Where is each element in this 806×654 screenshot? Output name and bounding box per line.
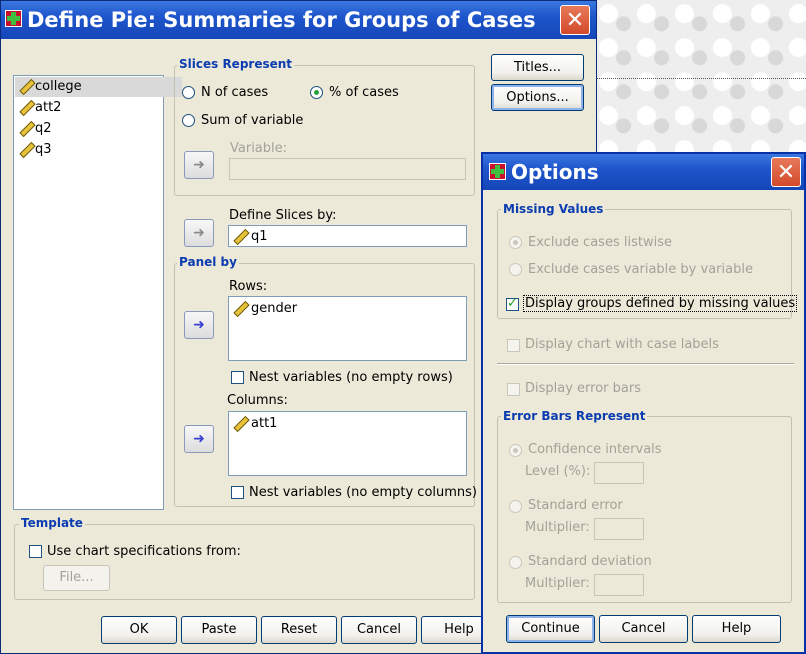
rows-label: Rows: [229, 279, 268, 294]
pct-of-cases-radio[interactable] [310, 86, 323, 99]
paste-button[interactable]: Paste [181, 616, 257, 644]
n-of-cases-radio[interactable] [182, 86, 195, 99]
variable-list[interactable]: college att2 q2 q3 [13, 75, 182, 510]
list-item[interactable]: q2 [15, 119, 52, 139]
list-item[interactable]: att2 [15, 98, 61, 118]
rows-list[interactable]: gender [228, 296, 467, 361]
exclude-var-by-var-radio[interactable] [509, 263, 522, 276]
main-title: Define Pie: Summaries for Groups of Case… [27, 8, 536, 32]
nest-columns-label[interactable]: Nest variables (no empty columns) [249, 485, 477, 500]
columns-move-arrow-icon[interactable]: ➜ [184, 425, 214, 453]
scale-variable-icon [232, 229, 246, 243]
ok-button[interactable]: OK [101, 616, 177, 644]
columns-list[interactable]: att1 [228, 411, 467, 476]
define-slices-field[interactable]: q1 [228, 225, 467, 247]
case-labels-label[interactable]: Display chart with case labels [525, 337, 719, 352]
sd-multiplier-field[interactable] [594, 574, 644, 596]
use-chart-spec-checkbox[interactable] [29, 545, 42, 558]
exclude-listwise-radio[interactable] [509, 236, 522, 249]
rows-move-arrow-icon[interactable]: ➜ [184, 311, 214, 339]
template-label: Template [19, 516, 85, 530]
nest-columns-checkbox[interactable] [231, 486, 244, 499]
display-groups-missing-checkbox[interactable] [506, 296, 519, 311]
list-item[interactable]: college [15, 77, 182, 97]
cancel-button[interactable]: Cancel [341, 616, 417, 644]
error-bars-label[interactable]: Display error bars [525, 381, 641, 396]
standard-error-label[interactable]: Standard error [528, 498, 623, 513]
standard-error-radio[interactable] [509, 500, 522, 513]
scale-variable-icon [232, 301, 246, 315]
confidence-intervals-label[interactable]: Confidence intervals [528, 442, 662, 457]
case-labels-checkbox[interactable] [507, 339, 520, 352]
titles-button[interactable]: Titles... [491, 54, 584, 81]
options-close-icon[interactable]: ✕ [771, 157, 801, 187]
n-of-cases-label[interactable]: N of cases [201, 85, 268, 100]
error-bars-checkbox[interactable] [507, 383, 520, 396]
display-groups-missing-label[interactable]: Display groups defined by missing values [523, 295, 798, 312]
rows-value: gender [251, 301, 298, 316]
level-field[interactable] [594, 462, 644, 484]
scale-variable-icon [18, 79, 32, 93]
error-bars-represent-label: Error Bars Represent [501, 409, 648, 423]
variable-label: Variable: [230, 141, 288, 156]
file-button[interactable]: File... [43, 565, 110, 591]
define-slices-arrow-icon[interactable]: ➜ [184, 219, 214, 247]
standard-deviation-radio[interactable] [509, 556, 522, 569]
variable-field[interactable] [229, 158, 466, 180]
panel-by-label: Panel by [177, 255, 239, 269]
level-label: Level (%): [525, 464, 591, 479]
nest-rows-label[interactable]: Nest variables (no empty rows) [249, 370, 453, 385]
reset-button[interactable]: Reset [261, 616, 337, 644]
confidence-intervals-radio[interactable] [509, 444, 522, 457]
missing-values-label: Missing Values [501, 202, 606, 216]
options-titlebar[interactable]: Options ✕ [483, 154, 804, 190]
list-item[interactable]: q3 [15, 140, 52, 160]
spss-app-icon [5, 10, 22, 27]
main-titlebar[interactable]: Define Pie: Summaries for Groups of Case… [1, 1, 596, 39]
nest-rows-checkbox[interactable] [231, 371, 244, 384]
pct-of-cases-label[interactable]: % of cases [329, 85, 399, 100]
options-title: Options [511, 160, 599, 184]
se-multiplier-field[interactable] [594, 518, 644, 540]
scale-variable-icon [18, 142, 32, 156]
define-slices-value: q1 [251, 229, 268, 244]
se-multiplier-label: Multiplier: [525, 520, 590, 535]
continue-button[interactable]: Continue [506, 615, 595, 643]
options-separator [497, 363, 794, 365]
slices-represent-label: Slices Represent [177, 57, 295, 71]
standard-deviation-label[interactable]: Standard deviation [528, 554, 652, 569]
sum-of-variable-label[interactable]: Sum of variable [201, 113, 303, 128]
spss-app-icon [489, 163, 506, 180]
options-help-button[interactable]: Help [692, 615, 781, 643]
sd-multiplier-label: Multiplier: [525, 576, 590, 591]
scale-variable-icon [232, 416, 246, 430]
variable-move-arrow-icon[interactable]: ➜ [184, 151, 214, 179]
scale-variable-icon [18, 121, 32, 135]
scale-variable-icon [18, 100, 32, 114]
columns-label: Columns: [227, 393, 288, 408]
desktop-dotted-line [597, 78, 806, 79]
use-chart-spec-label[interactable]: Use chart specifications from: [47, 544, 241, 559]
options-button[interactable]: Options... [491, 84, 584, 111]
columns-value: att1 [251, 416, 278, 431]
main-close-icon[interactable]: ✕ [560, 5, 590, 35]
options-dialog: Options ✕ Missing Values Exclude cases l… [481, 152, 806, 654]
define-slices-label: Define Slices by: [229, 208, 337, 223]
options-cancel-button[interactable]: Cancel [599, 615, 688, 643]
exclude-var-by-var-label[interactable]: Exclude cases variable by variable [528, 262, 753, 277]
sum-of-variable-radio[interactable] [182, 114, 195, 127]
exclude-listwise-label[interactable]: Exclude cases listwise [528, 235, 672, 250]
